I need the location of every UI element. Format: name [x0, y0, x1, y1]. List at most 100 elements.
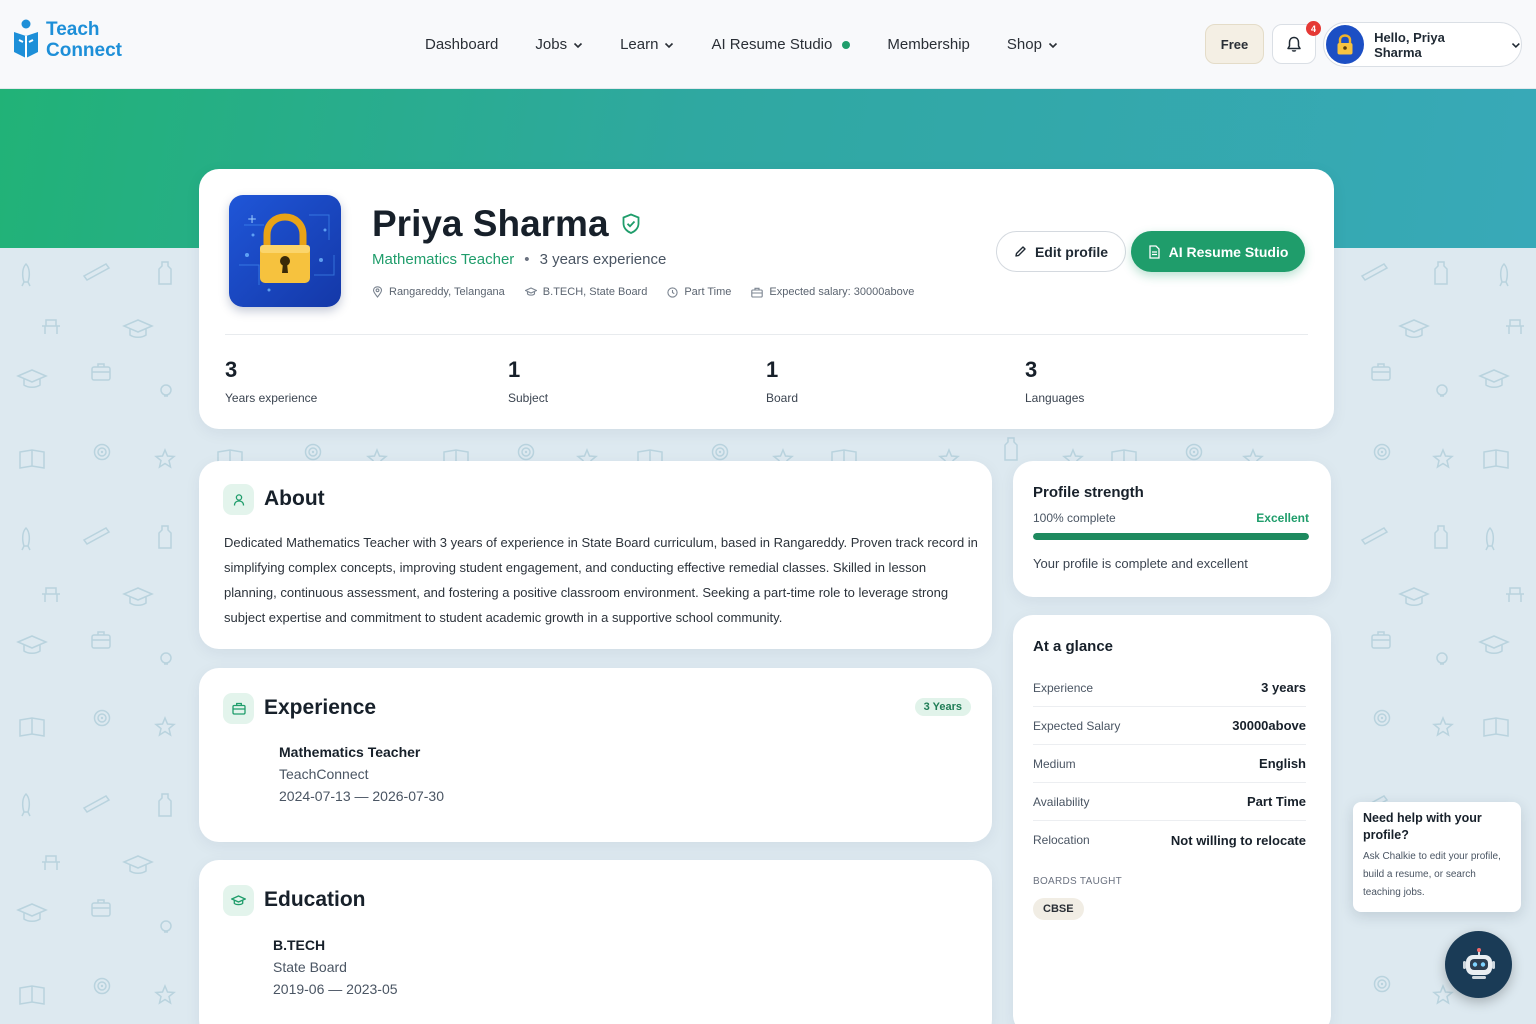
meta-location: Rangareddy, Telangana — [372, 286, 505, 298]
profile-strength-message: Your profile is complete and excellent — [1033, 556, 1248, 571]
assistant-help-tooltip: Need help with your profile? Ask Chalkie… — [1353, 802, 1521, 912]
assistant-help-title: Need help with your profile? — [1363, 811, 1482, 842]
verified-shield-icon — [622, 213, 639, 234]
boards-taught-label: BOARDS TAUGHT — [1033, 876, 1123, 887]
plan-free-button[interactable]: Free — [1205, 24, 1264, 64]
briefcase-icon — [751, 287, 764, 298]
user-menu-button[interactable]: Hello, Priya Sharma — [1323, 22, 1522, 67]
glance-key: Medium — [1033, 756, 1076, 771]
user-greeting: Hello, Priya Sharma — [1374, 29, 1445, 60]
glance-key: Experience — [1033, 680, 1094, 695]
stat-languages: 3 Languages — [1025, 357, 1084, 405]
at-a-glance-title: At a glance — [1033, 638, 1114, 655]
experience-dates: 2024-07-13 — 2026-07-30 — [279, 788, 445, 804]
nav-label: Jobs — [535, 36, 568, 53]
assistant-chat-button[interactable] — [1445, 931, 1512, 998]
education-board: State Board — [273, 959, 347, 975]
main-nav: Dashboard Jobs Learn AI Resume Studio Me… — [425, 0, 1058, 89]
stat-board: 1 Board — [766, 357, 798, 405]
pencil-icon — [1015, 246, 1026, 257]
assistant-help-body: Ask Chalkie to edit your profile, build … — [1363, 851, 1501, 898]
glance-value: 30000above — [1232, 718, 1306, 733]
education-dates: 2019-06 — 2023-05 — [273, 981, 398, 997]
divider — [225, 334, 1308, 335]
board-chip: CBSE — [1033, 898, 1084, 920]
meta-job-type: Part Time — [667, 286, 731, 298]
experience-item: Mathematics Teacher TeachConnect 2024-07… — [279, 744, 444, 804]
glance-row-expected-salary: Expected Salary 30000above — [1033, 707, 1306, 745]
stat-years-experience: 3 Years experience — [225, 357, 317, 405]
nav-label: Dashboard — [425, 36, 499, 53]
notifications-button[interactable]: 4 — [1272, 21, 1321, 64]
stat-label: Board — [766, 391, 799, 405]
profile-strength-row: 100% complete Excellent — [1033, 511, 1309, 525]
nav-label: Membership — [887, 36, 970, 53]
nav-dashboard[interactable]: Dashboard — [425, 36, 498, 53]
profile-name-text: Priya Sharma — [372, 203, 609, 244]
nav-shop[interactable]: Shop — [1007, 36, 1058, 53]
glance-key: Availability — [1033, 794, 1090, 809]
nav-jobs[interactable]: Jobs — [535, 36, 583, 53]
glance-row-relocation: Relocation Not willing to relocate — [1033, 821, 1306, 859]
profile-experience: 3 years experience — [539, 251, 667, 268]
meta-job-type-text: Part Time — [684, 286, 732, 298]
brand-logo[interactable]: Teach Connect — [12, 18, 122, 62]
glance-value: 3 years — [1261, 680, 1306, 695]
profile-strength-percent: 100% complete — [1033, 511, 1116, 525]
edit-profile-label: Edit profile — [1034, 243, 1109, 260]
ai-resume-studio-button[interactable]: AI Resume Studio — [1131, 231, 1305, 272]
stat-label: Languages — [1025, 391, 1085, 405]
location-pin-icon — [372, 286, 383, 298]
profile-avatar[interactable]: + — [229, 195, 341, 307]
education-degree: B.TECH — [273, 937, 326, 953]
glance-value: Part Time — [1246, 794, 1306, 809]
edit-profile-button[interactable]: Edit profile — [996, 231, 1126, 272]
meta-education: B.TECH, State Board — [524, 286, 647, 298]
briefcase-icon — [223, 693, 254, 724]
logo-mark-icon — [14, 19, 38, 58]
ai-resume-studio-label: AI Resume Studio — [1168, 243, 1289, 260]
nav-ai-resume-studio[interactable]: AI Resume Studio — [711, 36, 851, 53]
stat-value: 3 — [225, 357, 238, 382]
svg-text:+: + — [247, 212, 257, 226]
about-section: About Dedicated Mathematics Teacher with… — [199, 461, 992, 649]
experience-title: Experience — [264, 696, 377, 719]
nav-label: Learn — [620, 36, 659, 53]
stat-label: Subject — [508, 391, 549, 405]
education-section: Education B.TECH State Board 2019-06 — 2… — [199, 860, 992, 1024]
graduation-cap-icon — [223, 885, 254, 916]
stat-subject: 1 Subject — [508, 357, 548, 405]
lock-icon — [1337, 33, 1353, 54]
profile-strength-progress-fill — [1033, 533, 1309, 540]
nav-membership[interactable]: Membership — [887, 36, 970, 53]
notification-count-badge: 4 — [1306, 21, 1321, 36]
profile-strength-card: Profile strength 100% complete Excellent… — [1013, 461, 1331, 597]
experience-years-badge: 3 Years — [914, 698, 971, 716]
glance-row-medium: Medium English — [1033, 745, 1306, 783]
graduation-cap-icon — [524, 287, 537, 296]
stat-value: 1 — [766, 357, 779, 382]
glance-key: Relocation — [1033, 833, 1090, 847]
meta-salary: Expected salary: 30000above — [751, 286, 914, 298]
profile-role: Mathematics Teacher — [372, 251, 515, 268]
chevron-down-icon — [574, 42, 583, 48]
meta-location-text: Rangareddy, Telangana — [389, 286, 505, 298]
stat-value: 1 — [508, 357, 521, 382]
stat-value: 3 — [1025, 357, 1038, 382]
profile-meta: Rangareddy, Telangana B.TECH, State Boar… — [372, 286, 914, 298]
profile-strength-progress — [1033, 533, 1309, 540]
nav-label: Shop — [1006, 36, 1042, 53]
separator-dot: • — [524, 251, 530, 268]
lock-icon: + — [239, 212, 335, 292]
about-title: About — [264, 487, 325, 510]
experience-organization: TeachConnect — [279, 766, 369, 782]
meta-salary-text: Expected salary: 30000above — [769, 286, 915, 298]
education-item: B.TECH State Board 2019-06 — 2023-05 — [273, 937, 398, 997]
profile-strength-title: Profile strength — [1033, 484, 1144, 501]
glance-key: Expected Salary — [1033, 718, 1121, 733]
glance-value: English — [1259, 756, 1306, 771]
person-icon — [223, 484, 254, 515]
robot-assistant-icon — [1462, 947, 1495, 979]
nav-learn[interactable]: Learn — [620, 36, 674, 53]
stat-label: Years experience — [225, 391, 318, 405]
